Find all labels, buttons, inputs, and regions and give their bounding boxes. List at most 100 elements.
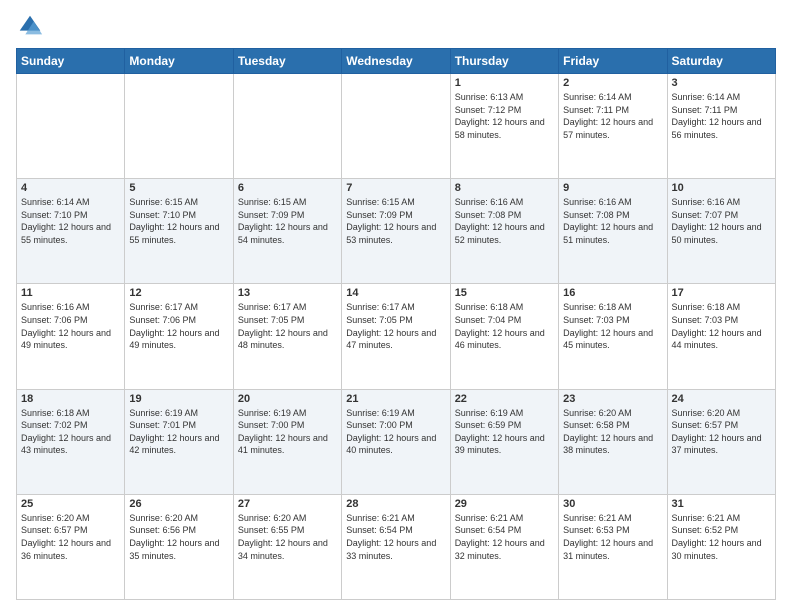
day-info: Sunrise: 6:20 AMSunset: 6:55 PMDaylight:… (238, 512, 337, 562)
day-cell-25: 25 Sunrise: 6:20 AMSunset: 6:57 PMDayligh… (17, 494, 125, 599)
day-number: 11 (21, 287, 120, 299)
day-number: 6 (238, 182, 337, 194)
day-cell-7: 7 Sunrise: 6:15 AMSunset: 7:09 PMDaylight… (342, 179, 450, 284)
day-info: Sunrise: 6:16 AMSunset: 7:07 PMDaylight:… (672, 196, 771, 246)
day-info: Sunrise: 6:21 AMSunset: 6:52 PMDaylight:… (672, 512, 771, 562)
day-cell-empty (125, 74, 233, 179)
day-number: 12 (129, 287, 228, 299)
day-cell-13: 13 Sunrise: 6:17 AMSunset: 7:05 PMDayligh… (233, 284, 341, 389)
day-info: Sunrise: 6:18 AMSunset: 7:04 PMDaylight:… (455, 301, 554, 351)
day-number: 26 (129, 498, 228, 510)
day-info: Sunrise: 6:20 AMSunset: 6:56 PMDaylight:… (129, 512, 228, 562)
day-info: Sunrise: 6:19 AMSunset: 7:00 PMDaylight:… (346, 407, 445, 457)
day-info: Sunrise: 6:19 AMSunset: 6:59 PMDaylight:… (455, 407, 554, 457)
day-cell-empty (342, 74, 450, 179)
day-cell-5: 5 Sunrise: 6:15 AMSunset: 7:10 PMDaylight… (125, 179, 233, 284)
logo (16, 12, 48, 40)
calendar-table: SundayMondayTuesdayWednesdayThursdayFrid… (16, 48, 776, 600)
day-number: 18 (21, 393, 120, 405)
day-cell-17: 17 Sunrise: 6:18 AMSunset: 7:03 PMDayligh… (667, 284, 775, 389)
day-cell-18: 18 Sunrise: 6:18 AMSunset: 7:02 PMDayligh… (17, 389, 125, 494)
col-header-tuesday: Tuesday (233, 49, 341, 74)
col-header-monday: Monday (125, 49, 233, 74)
day-cell-19: 19 Sunrise: 6:19 AMSunset: 7:01 PMDayligh… (125, 389, 233, 494)
logo-icon (16, 12, 44, 40)
week-row-3: 11 Sunrise: 6:16 AMSunset: 7:06 PMDayligh… (17, 284, 776, 389)
day-cell-11: 11 Sunrise: 6:16 AMSunset: 7:06 PMDayligh… (17, 284, 125, 389)
col-header-thursday: Thursday (450, 49, 558, 74)
day-number: 19 (129, 393, 228, 405)
day-info: Sunrise: 6:19 AMSunset: 7:00 PMDaylight:… (238, 407, 337, 457)
day-info: Sunrise: 6:13 AMSunset: 7:12 PMDaylight:… (455, 91, 554, 141)
col-header-sunday: Sunday (17, 49, 125, 74)
day-number: 30 (563, 498, 662, 510)
week-row-1: 1 Sunrise: 6:13 AMSunset: 7:12 PMDaylight… (17, 74, 776, 179)
day-info: Sunrise: 6:18 AMSunset: 7:03 PMDaylight:… (672, 301, 771, 351)
day-info: Sunrise: 6:20 AMSunset: 6:57 PMDaylight:… (21, 512, 120, 562)
day-cell-27: 27 Sunrise: 6:20 AMSunset: 6:55 PMDayligh… (233, 494, 341, 599)
day-number: 3 (672, 77, 771, 89)
day-info: Sunrise: 6:16 AMSunset: 7:06 PMDaylight:… (21, 301, 120, 351)
day-number: 1 (455, 77, 554, 89)
day-info: Sunrise: 6:19 AMSunset: 7:01 PMDaylight:… (129, 407, 228, 457)
day-number: 20 (238, 393, 337, 405)
day-cell-1: 1 Sunrise: 6:13 AMSunset: 7:12 PMDaylight… (450, 74, 558, 179)
day-number: 22 (455, 393, 554, 405)
day-number: 17 (672, 287, 771, 299)
header (16, 12, 776, 40)
day-info: Sunrise: 6:15 AMSunset: 7:09 PMDaylight:… (238, 196, 337, 246)
day-info: Sunrise: 6:17 AMSunset: 7:05 PMDaylight:… (238, 301, 337, 351)
day-number: 28 (346, 498, 445, 510)
day-number: 13 (238, 287, 337, 299)
day-info: Sunrise: 6:14 AMSunset: 7:11 PMDaylight:… (672, 91, 771, 141)
week-row-2: 4 Sunrise: 6:14 AMSunset: 7:10 PMDaylight… (17, 179, 776, 284)
day-number: 29 (455, 498, 554, 510)
day-number: 2 (563, 77, 662, 89)
day-number: 10 (672, 182, 771, 194)
day-cell-21: 21Sunrise: 6:19 AMSunset: 7:00 PMDayligh… (342, 389, 450, 494)
day-number: 7 (346, 182, 445, 194)
header-row: SundayMondayTuesdayWednesdayThursdayFrid… (17, 49, 776, 74)
day-cell-15: 15 Sunrise: 6:18 AMSunset: 7:04 PMDayligh… (450, 284, 558, 389)
day-info: Sunrise: 6:18 AMSunset: 7:02 PMDaylight:… (21, 407, 120, 457)
day-number: 5 (129, 182, 228, 194)
col-header-wednesday: Wednesday (342, 49, 450, 74)
day-info: Sunrise: 6:14 AMSunset: 7:10 PMDaylight:… (21, 196, 120, 246)
day-cell-empty (17, 74, 125, 179)
day-cell-9: 9Sunrise: 6:16 AMSunset: 7:08 PMDaylight… (559, 179, 667, 284)
week-row-5: 25 Sunrise: 6:20 AMSunset: 6:57 PMDayligh… (17, 494, 776, 599)
day-info: Sunrise: 6:20 AMSunset: 6:58 PMDaylight:… (563, 407, 662, 457)
day-info: Sunrise: 6:15 AMSunset: 7:10 PMDaylight:… (129, 196, 228, 246)
day-number: 25 (21, 498, 120, 510)
day-cell-6: 6 Sunrise: 6:15 AMSunset: 7:09 PMDaylight… (233, 179, 341, 284)
day-info: Sunrise: 6:14 AMSunset: 7:11 PMDaylight:… (563, 91, 662, 141)
day-info: Sunrise: 6:18 AMSunset: 7:03 PMDaylight:… (563, 301, 662, 351)
day-info: Sunrise: 6:17 AMSunset: 7:06 PMDaylight:… (129, 301, 228, 351)
week-row-4: 18 Sunrise: 6:18 AMSunset: 7:02 PMDayligh… (17, 389, 776, 494)
day-info: Sunrise: 6:17 AMSunset: 7:05 PMDaylight:… (346, 301, 445, 351)
day-info: Sunrise: 6:15 AMSunset: 7:09 PMDaylight:… (346, 196, 445, 246)
col-header-friday: Friday (559, 49, 667, 74)
page: SundayMondayTuesdayWednesdayThursdayFrid… (0, 0, 792, 612)
day-cell-16: 16 Sunrise: 6:18 AMSunset: 7:03 PMDayligh… (559, 284, 667, 389)
day-number: 15 (455, 287, 554, 299)
day-number: 23 (563, 393, 662, 405)
day-info: Sunrise: 6:21 AMSunset: 6:54 PMDaylight:… (455, 512, 554, 562)
day-cell-12: 12 Sunrise: 6:17 AMSunset: 7:06 PMDayligh… (125, 284, 233, 389)
day-info: Sunrise: 6:21 AMSunset: 6:53 PMDaylight:… (563, 512, 662, 562)
day-info: Sunrise: 6:21 AMSunset: 6:54 PMDaylight:… (346, 512, 445, 562)
day-cell-4: 4 Sunrise: 6:14 AMSunset: 7:10 PMDaylight… (17, 179, 125, 284)
day-number: 14 (346, 287, 445, 299)
day-cell-28: 28 Sunrise: 6:21 AMSunset: 6:54 PMDayligh… (342, 494, 450, 599)
day-cell-30: 30 Sunrise: 6:21 AMSunset: 6:53 PMDayligh… (559, 494, 667, 599)
day-number: 4 (21, 182, 120, 194)
day-number: 8 (455, 182, 554, 194)
day-number: 16 (563, 287, 662, 299)
day-cell-22: 22 Sunrise: 6:19 AMSunset: 6:59 PMDayligh… (450, 389, 558, 494)
day-cell-24: 24Sunrise: 6:20 AMSunset: 6:57 PMDayligh… (667, 389, 775, 494)
day-cell-23: 23 Sunrise: 6:20 AMSunset: 6:58 PMDayligh… (559, 389, 667, 494)
day-cell-29: 29 Sunrise: 6:21 AMSunset: 6:54 PMDayligh… (450, 494, 558, 599)
day-cell-2: 2 Sunrise: 6:14 AMSunset: 7:11 PMDaylight… (559, 74, 667, 179)
day-number: 27 (238, 498, 337, 510)
day-cell-20: 20 Sunrise: 6:19 AMSunset: 7:00 PMDayligh… (233, 389, 341, 494)
